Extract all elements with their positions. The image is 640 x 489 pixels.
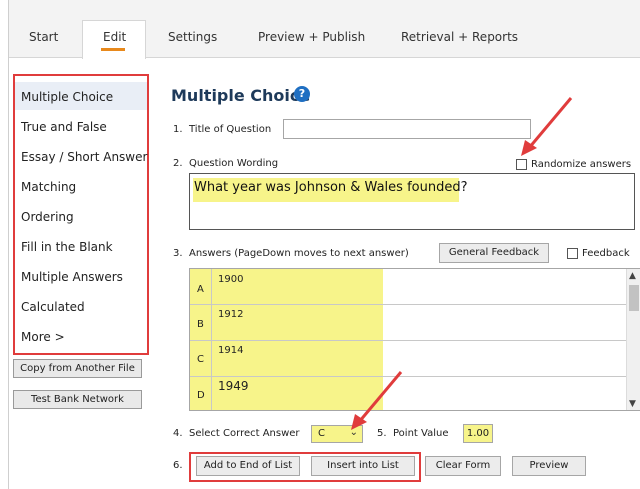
answers-row-divider (190, 376, 628, 377)
question-wording-text: What year was Johnson & Wales founded? (194, 180, 468, 195)
insert-into-list-button[interactable]: Insert into List (311, 456, 415, 476)
preview-button[interactable]: Preview (512, 456, 586, 476)
answer-value-d[interactable]: 1949 (218, 379, 249, 393)
copy-from-file-button[interactable]: Copy from Another File (13, 359, 142, 378)
tab-preview-publish[interactable]: Preview + Publish (258, 30, 365, 44)
tab-edit[interactable]: Edit (82, 20, 146, 59)
sidebar-item-calculated[interactable]: Calculated (21, 300, 85, 314)
sidebar-item-essay[interactable]: Essay / Short Answer (21, 150, 147, 164)
question-wording-label: Question Wording (189, 158, 279, 169)
answers-grid[interactable]: A 1900 B 1912 C 1914 D 1949 ▲ ▼ (189, 268, 640, 411)
q3-number: 3. (173, 248, 183, 259)
answer-value-c[interactable]: 1914 (218, 345, 243, 356)
help-icon[interactable]: ? (294, 86, 310, 102)
answer-letter: C (197, 354, 204, 365)
sidebar-item-fill-blank[interactable]: Fill in the Blank (21, 240, 113, 254)
tab-start[interactable]: Start (29, 30, 58, 44)
q2-number: 2. (173, 158, 183, 169)
sidebar-item-more[interactable]: More > (21, 330, 65, 344)
question-type-sidebar: Multiple Choice True and False Essay / S… (13, 74, 149, 355)
sidebar-item-matching[interactable]: Matching (21, 180, 76, 194)
sidebar-item-multiple-answers[interactable]: Multiple Answers (21, 270, 123, 284)
randomize-answers-label: Randomize answers (531, 159, 632, 170)
answer-letter: B (197, 319, 204, 330)
randomize-answers-checkbox[interactable] (516, 159, 527, 170)
test-bank-network-button[interactable]: Test Bank Network (13, 390, 142, 409)
feedback-label: Feedback (582, 248, 630, 259)
select-correct-answer-label: Select Correct Answer (189, 428, 300, 439)
sidebar-item-multiple-choice[interactable]: Multiple Choice (21, 90, 113, 104)
feedback-checkbox[interactable] (567, 248, 578, 259)
q1-number: 1. (173, 124, 183, 135)
q6-number: 6. (173, 460, 183, 471)
app-window: Start Edit Settings Preview + Publish Re… (8, 0, 640, 489)
q4-number: 4. (173, 428, 183, 439)
callout-arrow-icon (351, 371, 403, 430)
add-to-end-button[interactable]: Add to End of List (196, 456, 300, 476)
answers-scrollbar[interactable]: ▲ ▼ (626, 269, 640, 410)
clear-form-button[interactable]: Clear Form (425, 456, 501, 476)
tab-retrieval-reports[interactable]: Retrieval + Reports (401, 30, 518, 44)
answer-letter: A (197, 284, 204, 295)
answers-row-divider (190, 304, 628, 305)
scroll-up-icon[interactable]: ▲ (629, 271, 636, 281)
answer-value-b[interactable]: 1912 (218, 309, 243, 320)
point-value-input[interactable]: 1.00 (463, 424, 493, 443)
scroll-down-icon[interactable]: ▼ (629, 399, 636, 409)
callout-arrow-icon (521, 97, 573, 156)
active-tab-indicator (101, 48, 125, 51)
title-of-question-input[interactable] (283, 119, 531, 139)
scroll-thumb[interactable] (629, 285, 639, 311)
answers-label: Answers (PageDown moves to next answer) (189, 248, 409, 259)
tab-bar: Start Edit Settings Preview + Publish Re… (9, 0, 640, 59)
tab-settings[interactable]: Settings (168, 30, 217, 44)
sidebar-item-ordering[interactable]: Ordering (21, 210, 74, 224)
answer-value-a[interactable]: 1900 (218, 274, 243, 285)
general-feedback-button[interactable]: General Feedback (439, 243, 549, 263)
answers-row-divider (190, 340, 628, 341)
tab-edit-label: Edit (103, 30, 127, 44)
title-of-question-label: Title of Question (189, 124, 272, 135)
sidebar-item-true-false[interactable]: True and False (21, 120, 107, 134)
correct-answer-value: C (318, 428, 325, 439)
answer-letter: D (197, 390, 205, 401)
page-title: Multiple Choice (171, 86, 311, 105)
